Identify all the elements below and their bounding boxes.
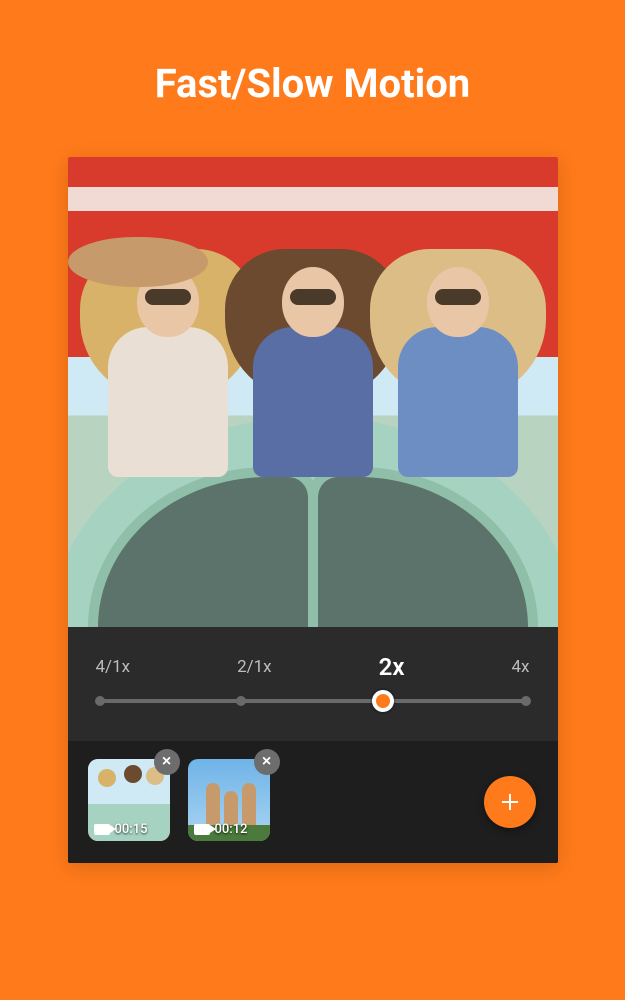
- add-clip-button[interactable]: [484, 776, 536, 828]
- plus-icon: [498, 790, 522, 814]
- preview-illustration: [253, 267, 373, 477]
- speed-tick-labels: 4/1x 2/1x 2x 4x: [96, 657, 530, 685]
- close-icon: ×: [162, 753, 171, 771]
- clip-item-1[interactable]: × 00:12: [188, 759, 270, 841]
- clip-meta: 00:12: [194, 822, 248, 837]
- clip-remove-button[interactable]: ×: [254, 749, 280, 775]
- preview-illustration: [398, 267, 518, 477]
- clip-remove-button[interactable]: ×: [154, 749, 180, 775]
- speed-option-0[interactable]: 4/1x: [96, 657, 131, 685]
- speed-option-2[interactable]: 2x: [379, 653, 405, 681]
- speed-control: 4/1x 2/1x 2x 4x: [68, 627, 558, 741]
- preview-illustration: [108, 267, 228, 477]
- clip-strip: × 00:15 × 00:12: [68, 741, 558, 863]
- page-title: Fast/Slow Motion: [0, 0, 625, 157]
- slider-tick: [521, 696, 531, 706]
- speed-option-1[interactable]: 2/1x: [237, 657, 272, 685]
- clip-duration: 00:12: [215, 822, 248, 837]
- slider-knob[interactable]: [372, 690, 394, 712]
- video-icon: [194, 824, 210, 835]
- clip-meta: 00:15: [94, 822, 148, 837]
- preview-illustration: [68, 187, 558, 211]
- video-editor-panel: 4/1x 2/1x 2x 4x × 00:15 ×: [68, 157, 558, 863]
- speed-slider[interactable]: [100, 699, 526, 703]
- speed-option-3[interactable]: 4x: [511, 657, 529, 685]
- slider-tick: [95, 696, 105, 706]
- video-icon: [94, 824, 110, 835]
- clip-duration: 00:15: [115, 822, 148, 837]
- slider-tick: [236, 696, 246, 706]
- close-icon: ×: [262, 753, 271, 771]
- clip-item-0[interactable]: × 00:15: [88, 759, 170, 841]
- video-preview[interactable]: [68, 157, 558, 627]
